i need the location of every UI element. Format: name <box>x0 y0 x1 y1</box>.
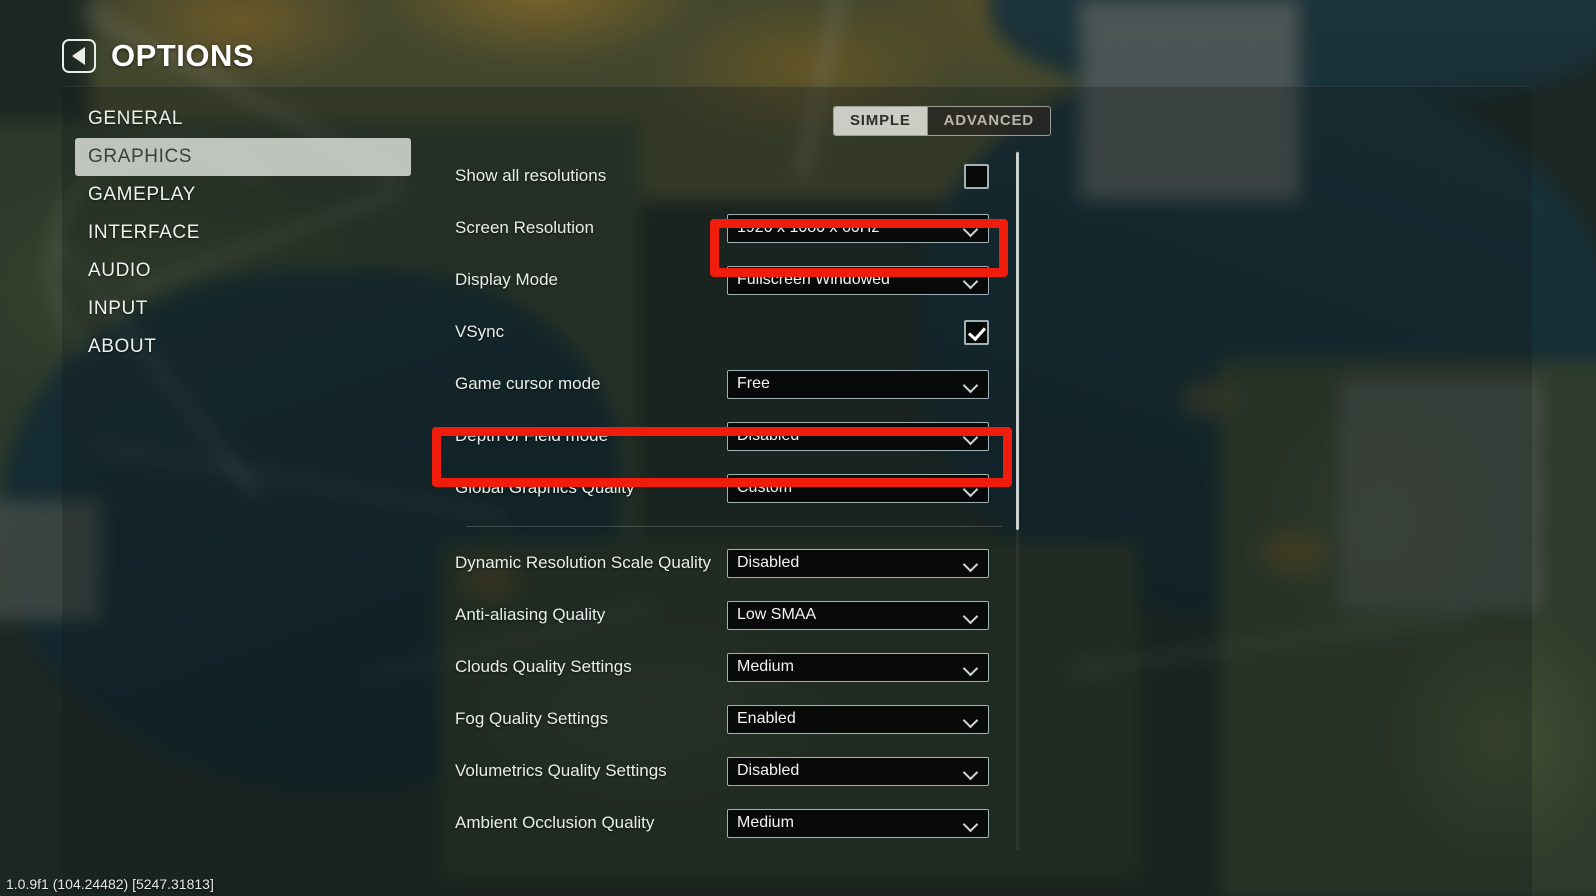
view-mode-toggle: SIMPLE ADVANCED <box>833 106 1051 136</box>
settings-scrollbar-thumb[interactable] <box>1016 152 1019 530</box>
dropdown-value: Fullscreen Windowed <box>737 271 890 288</box>
options-sidebar: GENERAL GRAPHICS GAMEPLAY INTERFACE AUDI… <box>75 100 411 366</box>
setting-row-display-mode: Display Mode Fullscreen Windowed <box>455 254 1020 306</box>
display-mode-dropdown[interactable]: Fullscreen Windowed <box>727 265 989 295</box>
setting-label: Game cursor mode <box>455 374 601 393</box>
sidebar-item-label: INPUT <box>88 298 148 319</box>
sidebar-item-gameplay[interactable]: GAMEPLAY <box>75 176 411 214</box>
sidebar-item-interface[interactable]: INTERFACE <box>75 214 411 252</box>
setting-row-anti-aliasing-quality: Anti-aliasing Quality Low SMAA <box>455 589 1020 641</box>
setting-label: Fog Quality Settings <box>455 709 609 728</box>
chevron-down-icon <box>964 377 979 392</box>
vsync-checkbox[interactable] <box>964 319 989 345</box>
setting-label: Dynamic Resolution Scale Quality <box>455 553 712 572</box>
setting-label: Volumetrics Quality Settings <box>455 761 667 780</box>
dropdown-value: Free <box>737 375 770 392</box>
dropdown-value: Medium <box>737 814 794 831</box>
version-text: 1.0.9f1 (104.24482) [5247.31813] <box>6 876 214 892</box>
dropdown-value: Custom <box>737 479 793 496</box>
setting-label: Global Graphics Quality <box>455 478 635 497</box>
settings-list: Show all resolutions Screen Resolution 1… <box>455 150 1020 850</box>
chevron-down-icon <box>964 221 979 236</box>
setting-row-volumetrics-quality-settings: Volumetrics Quality Settings Disabled <box>455 745 1020 797</box>
setting-label: Display Mode <box>455 270 558 289</box>
global-graphics-quality-dropdown[interactable]: Custom <box>727 473 989 503</box>
chevron-down-icon <box>964 608 979 623</box>
options-header: OPTIONS <box>62 38 254 74</box>
back-arrow-icon[interactable] <box>62 39 96 73</box>
sidebar-item-label: AUDIO <box>88 260 152 281</box>
sidebar-item-audio[interactable]: AUDIO <box>75 252 411 290</box>
setting-row-global-graphics-quality: Global Graphics Quality Custom <box>455 462 1020 514</box>
fog-quality-settings-dropdown[interactable]: Enabled <box>727 704 989 734</box>
chevron-down-icon <box>964 556 979 571</box>
settings-group-divider <box>455 514 1020 537</box>
show-all-resolutions-checkbox[interactable] <box>964 163 989 189</box>
clouds-quality-settings-dropdown[interactable]: Medium <box>727 652 989 682</box>
sidebar-item-general[interactable]: GENERAL <box>75 100 411 138</box>
setting-row-game-cursor-mode: Game cursor mode Free <box>455 358 1020 410</box>
dropdown-value: Disabled <box>737 762 800 779</box>
setting-label: Ambient Occlusion Quality <box>455 813 655 832</box>
sidebar-item-label: GAMEPLAY <box>88 184 196 205</box>
ambient-occlusion-quality-dropdown[interactable]: Medium <box>727 808 989 838</box>
chevron-down-icon <box>964 816 979 831</box>
chevron-down-icon <box>964 273 979 288</box>
tab-simple[interactable]: SIMPLE <box>834 107 927 135</box>
setting-row-show-all-resolutions: Show all resolutions <box>455 150 1020 202</box>
sidebar-item-label: GENERAL <box>88 108 184 129</box>
setting-row-depth-of-field-mode: Depth of Field mode Disabled <box>455 410 1020 462</box>
dropdown-value: Enabled <box>737 710 796 727</box>
chevron-down-icon <box>964 660 979 675</box>
setting-label: VSync <box>455 322 505 341</box>
dropdown-value: Disabled <box>737 554 800 571</box>
version-bar: 1.0.9f1 (104.24482) [5247.31813] <box>0 872 1596 896</box>
setting-label: Clouds Quality Settings <box>455 657 632 676</box>
setting-label: Show all resolutions <box>455 166 607 185</box>
depth-of-field-mode-dropdown[interactable]: Disabled <box>727 421 989 451</box>
setting-row-ambient-occlusion-quality: Ambient Occlusion Quality Medium <box>455 797 1020 849</box>
dynamic-resolution-scale-quality-dropdown[interactable]: Disabled <box>727 548 989 578</box>
setting-row-screen-resolution: Screen Resolution 1920 x 1080 x 60Hz <box>455 202 1020 254</box>
game-cursor-mode-dropdown[interactable]: Free <box>727 369 989 399</box>
dropdown-value: 1920 x 1080 x 60Hz <box>737 219 880 236</box>
dropdown-value: Medium <box>737 658 794 675</box>
sidebar-item-about[interactable]: ABOUT <box>75 328 411 366</box>
page-title: OPTIONS <box>111 38 255 73</box>
setting-label: Screen Resolution <box>455 218 594 237</box>
sidebar-item-graphics[interactable]: GRAPHICS <box>75 138 411 176</box>
chevron-down-icon <box>964 712 979 727</box>
setting-label: Depth of Field mode <box>455 426 609 445</box>
setting-row-clouds-quality-settings: Clouds Quality Settings Medium <box>455 641 1020 693</box>
screen-resolution-dropdown[interactable]: 1920 x 1080 x 60Hz <box>727 213 989 243</box>
sidebar-item-input[interactable]: INPUT <box>75 290 411 328</box>
setting-row-dynamic-resolution-scale-quality: Dynamic Resolution Scale Quality Disable… <box>455 537 1020 589</box>
sidebar-item-label: INTERFACE <box>88 222 201 243</box>
chevron-down-icon <box>964 764 979 779</box>
dropdown-value: Disabled <box>737 427 800 444</box>
back-arrow-glyph <box>71 47 85 65</box>
dropdown-value: Low SMAA <box>737 606 817 623</box>
sidebar-item-label: ABOUT <box>88 336 157 357</box>
tab-advanced[interactable]: ADVANCED <box>928 107 1050 135</box>
sidebar-item-label: GRAPHICS <box>88 146 193 167</box>
chevron-down-icon <box>964 481 979 496</box>
setting-label: Anti-aliasing Quality <box>455 605 606 624</box>
anti-aliasing-quality-dropdown[interactable]: Low SMAA <box>727 600 989 630</box>
chevron-down-icon <box>964 429 979 444</box>
setting-row-vsync: VSync <box>455 306 1020 358</box>
setting-row-fog-quality-settings: Fog Quality Settings Enabled <box>455 693 1020 745</box>
volumetrics-quality-settings-dropdown[interactable]: Disabled <box>727 756 989 786</box>
